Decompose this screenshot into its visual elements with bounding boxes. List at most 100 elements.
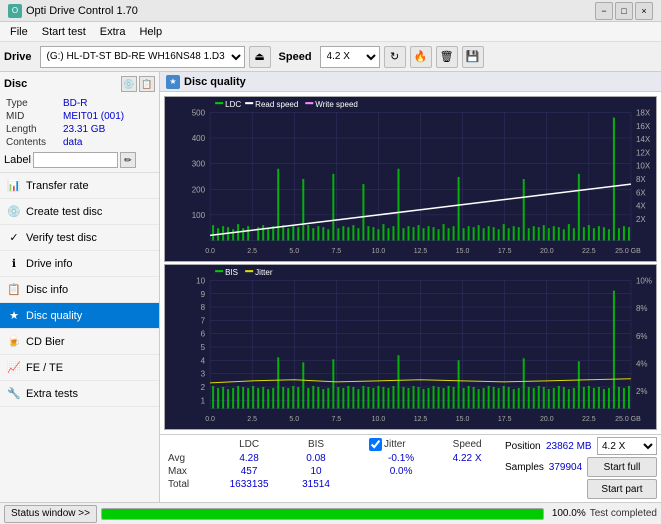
stats-col-label — [164, 437, 211, 452]
nav-item-verify-test-disc[interactable]: ✓Verify test disc — [0, 225, 159, 251]
nav-item-disc-quality[interactable]: ★Disc quality — [0, 303, 159, 329]
speed-select[interactable]: 4.2 X — [320, 46, 380, 68]
disc-icon1[interactable]: 💿 — [121, 76, 137, 92]
svg-text:4X: 4X — [636, 202, 646, 211]
svg-text:2.5: 2.5 — [247, 415, 257, 423]
refresh-button[interactable]: ↻ — [384, 46, 406, 68]
svg-text:10.0: 10.0 — [372, 247, 386, 255]
stats-total-row: Total 1633135 31514 — [164, 478, 497, 491]
bis-chart: 10 9 8 7 6 5 4 3 2 1 10% 8% 6% 4% 2% — [164, 264, 657, 430]
nav-item-fe-te[interactable]: 📈 FE / TE — [0, 355, 159, 381]
svg-text:25.0 GB: 25.0 GB — [615, 415, 641, 423]
svg-text:400: 400 — [192, 134, 206, 143]
svg-text:8: 8 — [201, 303, 206, 312]
titlebar-controls: − □ × — [595, 2, 653, 20]
nav-icon-disc-quality: ★ — [6, 308, 22, 324]
svg-text:Read speed: Read speed — [255, 100, 298, 109]
jitter-checkbox-label[interactable]: Jitter — [369, 438, 433, 451]
menu-item-extra[interactable]: Extra — [94, 24, 132, 40]
burn-button[interactable]: 🔥 — [410, 46, 432, 68]
samples-label: Samples — [505, 462, 544, 473]
svg-text:BIS: BIS — [225, 268, 238, 277]
menu-item-start-test[interactable]: Start test — [36, 24, 92, 40]
svg-text:12.5: 12.5 — [414, 415, 428, 423]
svg-text:12X: 12X — [636, 148, 651, 157]
eject-button[interactable]: ⏏ — [249, 46, 271, 68]
close-button[interactable]: × — [635, 2, 653, 20]
nav-label-fe-te: FE / TE — [26, 362, 63, 374]
stats-avg-bis: 0.08 — [287, 452, 345, 465]
nav-icon-disc-info: 📋 — [6, 282, 22, 298]
nav-item-disc-info[interactable]: 📋Disc info — [0, 277, 159, 303]
start-full-button[interactable]: Start full — [587, 457, 657, 477]
stats-avg-speed: 4.22 X — [437, 452, 497, 465]
drive-select[interactable]: (G:) HL-DT-ST BD-RE WH16NS48 1.D3 — [40, 46, 245, 68]
disc-type-label: Type — [6, 98, 61, 109]
app-title: Opti Drive Control 1.70 — [26, 5, 138, 17]
maximize-button[interactable]: □ — [615, 2, 633, 20]
progress-bar-fill — [102, 509, 543, 519]
save-button[interactable]: 💾 — [462, 46, 484, 68]
svg-text:0.0: 0.0 — [205, 415, 215, 423]
svg-text:16X: 16X — [636, 122, 651, 131]
toolbar: Drive (G:) HL-DT-ST BD-RE WH16NS48 1.D3 … — [0, 42, 661, 72]
stats-col-speed-label: Speed — [437, 437, 497, 452]
main-area: Disc 💿 📋 Type BD-R MID MEIT01 (001) Leng… — [0, 72, 661, 502]
disc-header: Disc 💿 📋 — [4, 76, 155, 92]
svg-text:300: 300 — [192, 160, 206, 169]
nav-label-cd-bier: CD Bier — [26, 336, 65, 348]
disc-mid-label: MID — [6, 111, 61, 122]
nav-item-cd-bier[interactable]: 🍺CD Bier — [0, 329, 159, 355]
disc-contents-value: data — [63, 137, 153, 148]
nav-item-transfer-rate[interactable]: 📊Transfer rate — [0, 173, 159, 199]
svg-text:5: 5 — [201, 343, 206, 352]
menu-item-file[interactable]: File — [4, 24, 34, 40]
svg-text:7: 7 — [201, 316, 206, 325]
nav-item-create-test-disc[interactable]: 💿Create test disc — [0, 199, 159, 225]
svg-text:0.0: 0.0 — [205, 247, 215, 255]
menu-item-help[interactable]: Help — [133, 24, 168, 40]
label-row: Label ✏ — [4, 152, 155, 168]
svg-text:20.0: 20.0 — [540, 415, 554, 423]
erase-button[interactable]: 🗑 — [436, 46, 458, 68]
start-part-button[interactable]: Start part — [587, 479, 657, 499]
stats-col-bis: BIS — [287, 437, 345, 452]
position-value: 23862 MB — [546, 441, 592, 452]
minimize-button[interactable]: − — [595, 2, 613, 20]
disc-icon2[interactable]: 📋 — [139, 76, 155, 92]
stats-avg-label: Avg — [164, 452, 211, 465]
position-row: Position 23862 MB 4.2 X — [505, 437, 657, 455]
position-label: Position — [505, 441, 541, 452]
stats-table-container: LDC BIS Jitter Speed — [160, 435, 501, 502]
stats-max-row: Max 457 10 0.0% — [164, 465, 497, 478]
svg-text:1: 1 — [201, 396, 206, 405]
svg-text:200: 200 — [192, 185, 206, 194]
svg-text:Write speed: Write speed — [315, 100, 358, 109]
status-window-button[interactable]: Status window >> — [4, 505, 97, 523]
stats-total-bis: 31514 — [287, 478, 345, 491]
svg-text:17.5: 17.5 — [498, 247, 512, 255]
disc-mid-value: MEIT01 (001) — [63, 111, 153, 122]
disc-length-row: Length 23.31 GB — [6, 124, 153, 135]
nav-item-extra-tests[interactable]: 🔧Extra tests — [0, 381, 159, 407]
stats-col-jitter-check: Jitter — [365, 437, 437, 452]
jitter-checkbox-input[interactable] — [369, 438, 382, 451]
label-input[interactable] — [33, 152, 118, 168]
svg-text:2X: 2X — [636, 215, 646, 224]
label-text: Label — [4, 154, 31, 166]
svg-text:5.0: 5.0 — [289, 247, 299, 255]
svg-text:18X: 18X — [636, 108, 651, 117]
stats-total-label: Total — [164, 478, 211, 491]
statusbar: Status window >> 100.0% Test completed — [0, 502, 661, 524]
stats-header-row: LDC BIS Jitter Speed — [164, 437, 497, 452]
svg-text:4%: 4% — [636, 359, 648, 368]
svg-text:9: 9 — [201, 290, 206, 299]
nav-icon-fe-te: 📈 — [6, 360, 22, 376]
svg-text:8%: 8% — [636, 304, 648, 313]
nav-item-drive-info[interactable]: ℹDrive info — [0, 251, 159, 277]
speed-display-select[interactable]: 4.2 X — [597, 437, 657, 455]
label-edit-button[interactable]: ✏ — [120, 152, 136, 168]
ldc-chart-svg: 500 400 300 200 100 18X 16X 14X 12X 10X … — [165, 97, 656, 261]
svg-text:2%: 2% — [636, 387, 648, 396]
nav-items: 📊Transfer rate💿Create test disc✓Verify t… — [0, 173, 159, 502]
